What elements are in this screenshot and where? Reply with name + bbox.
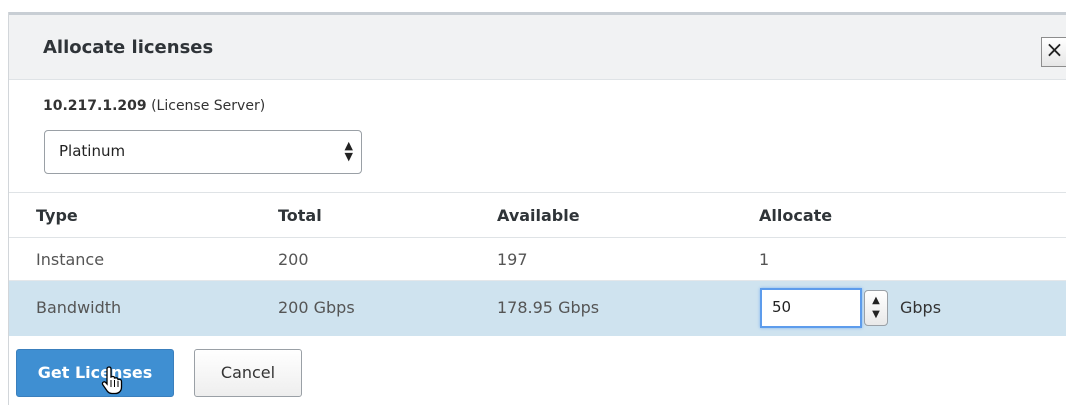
stepper-up-icon[interactable]: ▲ [872,295,880,306]
cell-available: 178.95 Gbps [497,298,600,317]
bandwidth-allocate-input[interactable]: 50 [760,288,862,328]
select-arrows-icon: ▲ ▼ [344,139,353,163]
close-button[interactable]: × [1041,37,1066,67]
bandwidth-unit: Gbps [900,298,942,317]
server-ip: 10.217.1.209 [43,98,147,114]
table-row-instance: Instance 200 197 1 [9,238,1066,281]
allocate-licenses-dialog: Allocate licenses × 10.217.1.209 (Licens… [8,12,1066,405]
table-row-bandwidth[interactable]: Bandwidth 200 Gbps 178.95 Gbps 50 ▲ ▼ Gb… [9,281,1066,336]
cell-type: Bandwidth [36,298,122,317]
dialog-title: Allocate licenses [43,37,214,58]
table-header-row: Type Total Available Allocate [9,192,1066,238]
header-type: Type [36,206,78,225]
header-allocate: Allocate [759,206,833,225]
get-licenses-button[interactable]: Get Licenses [16,349,174,397]
cancel-button[interactable]: Cancel [194,349,302,397]
cell-available: 197 [497,250,528,269]
cell-total: 200 Gbps [278,298,355,317]
stepper-down-icon[interactable]: ▼ [872,309,880,320]
bandwidth-stepper[interactable]: ▲ ▼ [864,290,888,326]
header-available: Available [497,206,580,225]
hand-pointer-cursor-icon [101,366,123,395]
license-server-label: 10.217.1.209 (License Server) [43,98,265,114]
edition-select[interactable]: Platinum ▲ ▼ [44,130,362,174]
window-top-edge [0,0,1066,12]
cell-allocate: 1 [759,250,770,269]
cell-type: Instance [36,250,105,269]
dialog-header: Allocate licenses × [9,12,1066,80]
server-role: (License Server) [151,98,266,114]
edition-select-value: Platinum [59,142,126,160]
cell-total: 200 [278,250,309,269]
header-total: Total [278,206,322,225]
